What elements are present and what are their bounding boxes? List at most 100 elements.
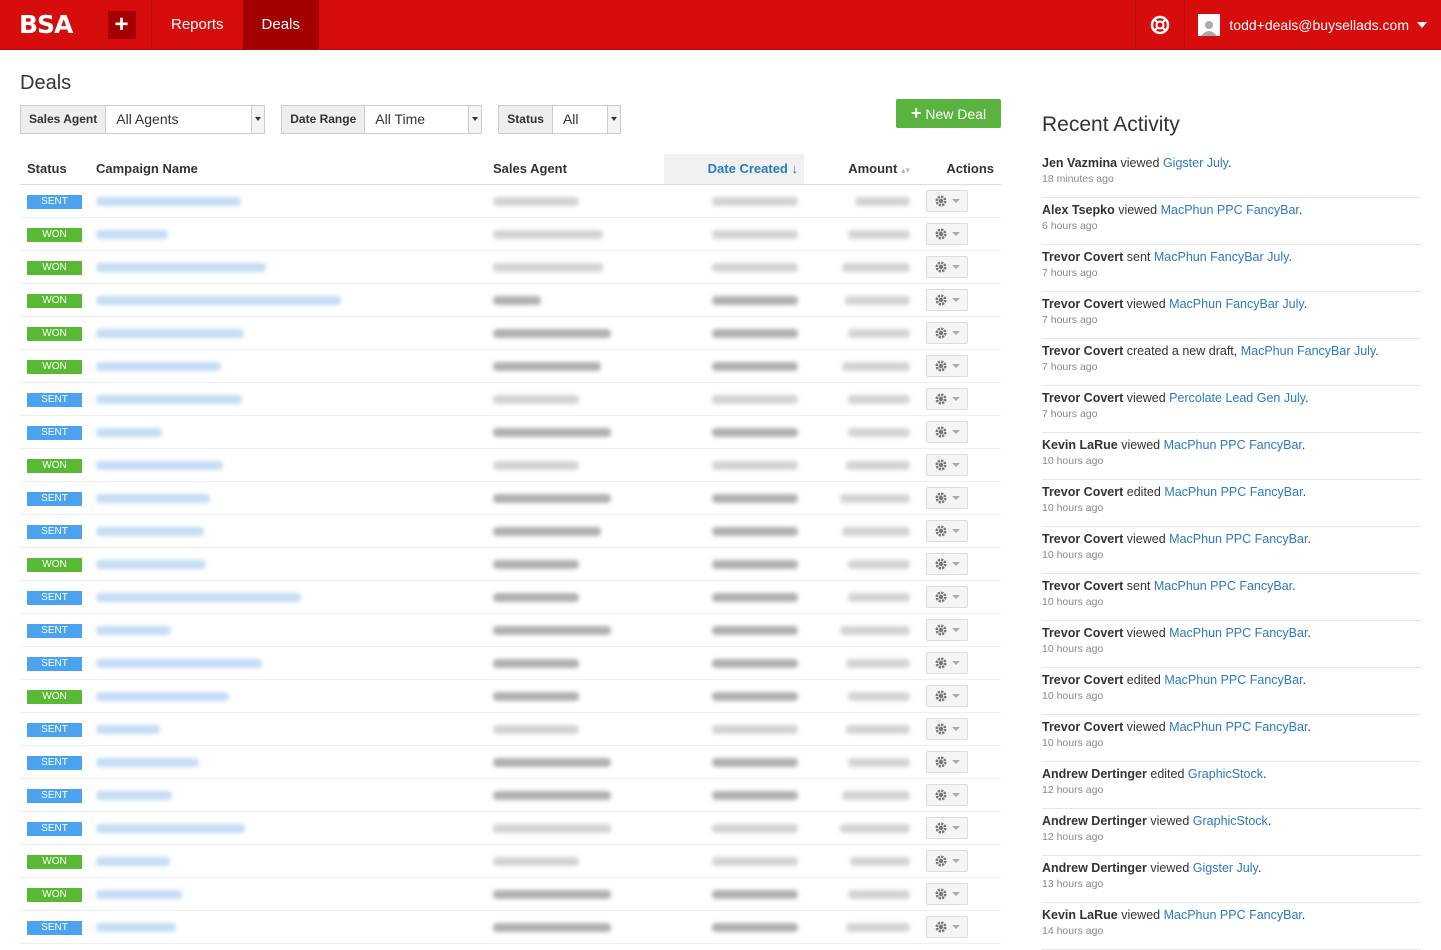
status-select[interactable]: All: [552, 105, 620, 133]
table-row[interactable]: SENT: [20, 712, 1001, 746]
col-date-created[interactable]: Date Created ↓: [664, 154, 804, 185]
campaign-cell[interactable]: [89, 415, 490, 449]
activity-target-link[interactable]: MacPhun FancyBar July: [1169, 297, 1304, 311]
col-amount[interactable]: Amount ▴▾: [804, 154, 916, 185]
campaign-link[interactable]: [96, 791, 172, 801]
campaign-cell[interactable]: [89, 877, 490, 911]
campaign-link[interactable]: [96, 329, 244, 339]
table-row[interactable]: WON: [20, 547, 1001, 581]
activity-target-link[interactable]: MacPhun PPC FancyBar: [1169, 720, 1307, 734]
activity-target-link[interactable]: MacPhun PPC FancyBar: [1169, 626, 1307, 640]
campaign-cell[interactable]: [89, 844, 490, 878]
table-row[interactable]: SENT: [20, 481, 1001, 515]
actions-button[interactable]: [926, 552, 968, 575]
actions-button[interactable]: [926, 288, 968, 311]
table-row[interactable]: SENT: [20, 646, 1001, 680]
actions-button[interactable]: [926, 585, 968, 608]
campaign-link[interactable]: [96, 857, 170, 867]
campaign-link[interactable]: [96, 527, 204, 537]
table-row[interactable]: SENT: [20, 613, 1001, 647]
plus-icon[interactable]: +: [107, 10, 136, 39]
campaign-link[interactable]: [96, 758, 199, 768]
activity-target-link[interactable]: MacPhun PPC FancyBar: [1164, 908, 1302, 922]
table-row[interactable]: SENT: [20, 745, 1001, 779]
sales-agent-select[interactable]: All Agents: [106, 105, 265, 133]
activity-target-link[interactable]: MacPhun PPC FancyBar: [1164, 673, 1302, 687]
actions-button[interactable]: [926, 915, 968, 938]
user-menu[interactable]: todd+deals@buysellads.com: [1185, 0, 1441, 49]
activity-target-link[interactable]: Percolate Lead Gen July: [1169, 391, 1305, 405]
table-row[interactable]: SENT: [20, 910, 1001, 944]
help-button[interactable]: [1135, 0, 1186, 49]
campaign-cell[interactable]: [89, 514, 490, 548]
campaign-link[interactable]: [96, 890, 182, 900]
col-status[interactable]: Status: [20, 154, 89, 185]
campaign-cell[interactable]: [89, 778, 490, 812]
actions-button[interactable]: [926, 222, 968, 245]
table-row[interactable]: WON: [20, 316, 1001, 350]
table-row[interactable]: SENT: [20, 184, 1001, 218]
campaign-cell[interactable]: [89, 547, 490, 581]
campaign-link[interactable]: [96, 692, 229, 702]
table-row[interactable]: WON: [20, 250, 1001, 284]
campaign-link[interactable]: [96, 197, 241, 207]
campaign-cell[interactable]: [89, 382, 490, 416]
campaign-cell[interactable]: [89, 184, 490, 218]
table-row[interactable]: SENT: [20, 580, 1001, 614]
activity-target-link[interactable]: Gigster July: [1163, 156, 1228, 170]
campaign-cell[interactable]: [89, 712, 490, 746]
campaign-link[interactable]: [96, 263, 266, 273]
campaign-link[interactable]: [96, 593, 301, 603]
actions-button[interactable]: [926, 783, 968, 806]
campaign-link[interactable]: [96, 395, 242, 405]
col-sales-agent[interactable]: Sales Agent: [490, 154, 664, 185]
table-row[interactable]: WON: [20, 679, 1001, 713]
table-row[interactable]: WON: [20, 217, 1001, 251]
activity-target-link[interactable]: MacPhun PPC FancyBar: [1164, 485, 1302, 499]
actions-button[interactable]: [926, 255, 968, 278]
activity-target-link[interactable]: MacPhun PPC FancyBar: [1154, 579, 1292, 593]
table-row[interactable]: SENT: [20, 778, 1001, 812]
campaign-link[interactable]: [96, 230, 168, 240]
campaign-link[interactable]: [96, 923, 176, 933]
table-row[interactable]: SENT: [20, 415, 1001, 449]
campaign-cell[interactable]: [89, 646, 490, 680]
bsa-logo[interactable]: BSA: [0, 0, 92, 49]
activity-target-link[interactable]: MacPhun PPC FancyBar: [1161, 203, 1299, 217]
campaign-cell[interactable]: [89, 481, 490, 515]
table-row[interactable]: WON: [20, 349, 1001, 383]
nav-reports[interactable]: Reports: [152, 0, 243, 49]
actions-button[interactable]: [926, 189, 968, 212]
actions-button[interactable]: [926, 486, 968, 509]
campaign-link[interactable]: [96, 626, 171, 636]
activity-target-link[interactable]: Gigster July: [1193, 861, 1258, 875]
actions-button[interactable]: [926, 651, 968, 674]
campaign-link[interactable]: [96, 725, 160, 735]
activity-target-link[interactable]: GraphicStock: [1193, 814, 1268, 828]
table-row[interactable]: SENT: [20, 382, 1001, 416]
new-deal-button[interactable]: + New Deal: [896, 99, 1001, 128]
campaign-cell[interactable]: [89, 217, 490, 251]
campaign-cell[interactable]: [89, 811, 490, 845]
campaign-cell[interactable]: [89, 349, 490, 383]
actions-button[interactable]: [926, 717, 968, 740]
actions-button[interactable]: [926, 750, 968, 773]
campaign-link[interactable]: [96, 296, 341, 306]
campaign-link[interactable]: [96, 494, 210, 504]
table-row[interactable]: WON: [20, 877, 1001, 911]
activity-target-link[interactable]: GraphicStock: [1188, 767, 1263, 781]
actions-button[interactable]: [926, 618, 968, 641]
actions-button[interactable]: [926, 849, 968, 872]
nav-deals[interactable]: Deals: [242, 0, 319, 49]
campaign-link[interactable]: [96, 461, 223, 471]
table-row[interactable]: WON: [20, 844, 1001, 878]
campaign-cell[interactable]: [89, 613, 490, 647]
campaign-link[interactable]: [96, 560, 206, 570]
campaign-cell[interactable]: [89, 448, 490, 482]
actions-button[interactable]: [926, 882, 968, 905]
actions-button[interactable]: [926, 453, 968, 476]
table-row[interactable]: WON: [20, 283, 1001, 317]
actions-button[interactable]: [926, 321, 968, 344]
actions-button[interactable]: [926, 387, 968, 410]
table-row[interactable]: SENT: [20, 811, 1001, 845]
